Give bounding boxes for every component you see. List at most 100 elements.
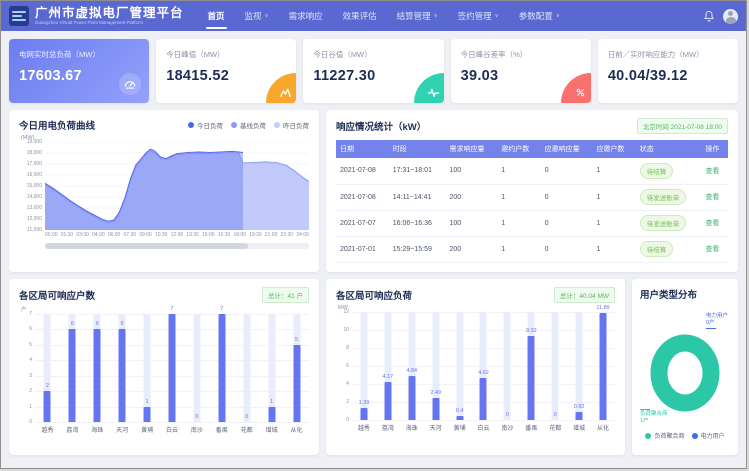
notification-bell-icon[interactable] xyxy=(703,10,715,22)
kpi-label: 今日峰值（MW） xyxy=(166,49,286,60)
view-link[interactable]: 查看 xyxy=(705,246,719,253)
category-label: 荔湾 xyxy=(376,423,400,432)
legend-label: 今日负荷 xyxy=(197,120,223,130)
view-link[interactable]: 查看 xyxy=(705,220,719,227)
bar xyxy=(384,382,391,420)
status-badge: 待结算 xyxy=(640,163,674,179)
table-cell: 0 xyxy=(541,210,593,236)
load-curve-card: 今日用电负荷曲线 今日负荷基线负荷昨日负荷 (MW) 19,00018,0001… xyxy=(9,110,319,272)
load-unit-label: MW xyxy=(338,305,615,311)
table-cell: 0 xyxy=(541,184,593,210)
status-badge: 待结算 xyxy=(640,241,674,257)
bar-value-label: 6 xyxy=(71,321,74,327)
load-curve-scrollbar[interactable] xyxy=(45,243,309,249)
chevron-down-icon: ∨ xyxy=(556,13,560,19)
y-tick-label: 18,000 xyxy=(27,150,42,156)
legend-dot-icon xyxy=(645,433,651,439)
table-cell: 200 xyxy=(446,236,498,262)
bar xyxy=(268,407,275,422)
table-cell: 14:11~14:41 xyxy=(389,184,446,210)
table-cell: 1 xyxy=(592,184,635,210)
table-cell: 16:06~16:36 xyxy=(389,210,446,236)
nav-item-3[interactable]: 效果评估 xyxy=(333,1,387,31)
kpi-card-3: 今日峰谷差率（%）39.03 xyxy=(451,39,591,103)
bar xyxy=(218,314,225,422)
scrollbar-handle[interactable] xyxy=(45,243,248,249)
table-column-header: 应邀响应量 xyxy=(541,140,593,158)
legend-dot-icon xyxy=(231,122,237,128)
bar-column: 1 xyxy=(259,314,284,422)
user-avatar[interactable] xyxy=(723,9,738,24)
category-label: 增城 xyxy=(259,425,284,434)
bar-value-label: 11.89 xyxy=(596,305,609,311)
load-curve-legend: 今日负荷基线负荷 昨日负荷 xyxy=(188,120,309,130)
table-column-header: 操作 xyxy=(701,140,728,158)
bar xyxy=(168,314,175,422)
nav-item-1[interactable]: 监视∨ xyxy=(235,1,279,31)
chevron-down-icon: ∨ xyxy=(495,13,499,19)
bar-column: 7 xyxy=(160,314,185,422)
bar xyxy=(360,408,367,421)
category-label: 从化 xyxy=(284,425,309,434)
table-cell: 15:29~15:59 xyxy=(389,236,446,262)
legend-item-1[interactable]: 基线负荷 xyxy=(231,120,266,130)
y-tick-label: 3 xyxy=(29,373,32,379)
table-cell: 0 xyxy=(541,236,593,262)
nav-item-2[interactable]: 需求响应 xyxy=(279,1,333,31)
y-tick-label: 10 xyxy=(343,327,349,333)
x-tick-label: 06:00 xyxy=(108,232,121,238)
bar-value-label: 1 xyxy=(270,399,273,405)
nav-item-5[interactable]: 签约管理∨ xyxy=(448,1,509,31)
bar-column: 0 xyxy=(543,312,567,420)
chevron-down-icon: ∨ xyxy=(434,13,438,19)
bar-track xyxy=(552,312,559,420)
legend-item-2[interactable]: 昨日负荷 xyxy=(274,120,309,130)
nav-item-4[interactable]: 结算管理∨ xyxy=(387,1,448,31)
legend-item-0[interactable]: 负荷聚合商 xyxy=(645,431,684,440)
bar xyxy=(600,313,607,420)
x-tick-label: 07:30 xyxy=(124,232,137,238)
category-label: 增城 xyxy=(567,423,591,432)
bar xyxy=(119,329,126,422)
load-x-axis: 越秀荔湾海珠天河黄埔白云南沙番禺花都增城从化 xyxy=(352,423,615,432)
y-tick-label: 16,000 xyxy=(27,172,42,178)
y-tick-label: 5 xyxy=(29,342,32,348)
table-cell: 2021-07-07 xyxy=(336,210,389,236)
bar-column: 4.84 xyxy=(400,312,424,420)
bar-column: 0.92 xyxy=(567,312,591,420)
bar-column: 4.17 xyxy=(376,312,400,420)
table-cell: 1 xyxy=(497,236,540,262)
bar-column: 1 xyxy=(135,314,160,422)
bar-value-label: 7 xyxy=(220,306,223,312)
kpi-value: 40.04/39.12 xyxy=(608,68,728,84)
table-row: 2021-07-0716:06~16:36100101待发送账单查看 xyxy=(336,210,728,236)
nav-item-6[interactable]: 参数配置∨ xyxy=(509,1,570,31)
bar-track xyxy=(456,312,463,420)
nav-item-0[interactable]: 首页 xyxy=(198,1,235,31)
table-cell: 17:31~18:01 xyxy=(389,158,446,184)
category-label: 黄埔 xyxy=(135,425,160,434)
category-label: 花都 xyxy=(234,425,259,434)
households-y-axis: 76543210 xyxy=(19,314,35,422)
table-column-header: 日期 xyxy=(336,140,389,158)
view-link[interactable]: 查看 xyxy=(705,168,719,175)
bar xyxy=(144,407,151,422)
bar xyxy=(528,336,535,420)
y-tick-label: 4 xyxy=(346,381,349,387)
table-column-header: 状态 xyxy=(636,140,702,158)
dashboard-page: 广州市虚拟电厂管理平台 Guangzhou Virtual Power Plan… xyxy=(0,0,747,469)
category-label: 白云 xyxy=(160,425,185,434)
status-badge: 待发送账单 xyxy=(640,189,687,205)
bar-value-label: 5 xyxy=(295,337,298,343)
bar-column: 2.49 xyxy=(424,312,448,420)
view-link[interactable]: 查看 xyxy=(705,194,719,201)
bar-value-label: 2.49 xyxy=(430,390,441,396)
bar-value-label: 0 xyxy=(506,412,509,418)
x-tick-label: 01:30 xyxy=(61,232,74,238)
donut-label-power-user: 电力用户0户 xyxy=(706,313,728,329)
x-tick-label: 19:30 xyxy=(249,232,262,238)
legend-item-1[interactable]: 电力用户 xyxy=(692,431,725,440)
legend-label: 昨日负荷 xyxy=(283,120,309,130)
legend-item-0[interactable]: 今日负荷 xyxy=(188,120,223,130)
x-tick-label: 12:00 xyxy=(171,232,184,238)
